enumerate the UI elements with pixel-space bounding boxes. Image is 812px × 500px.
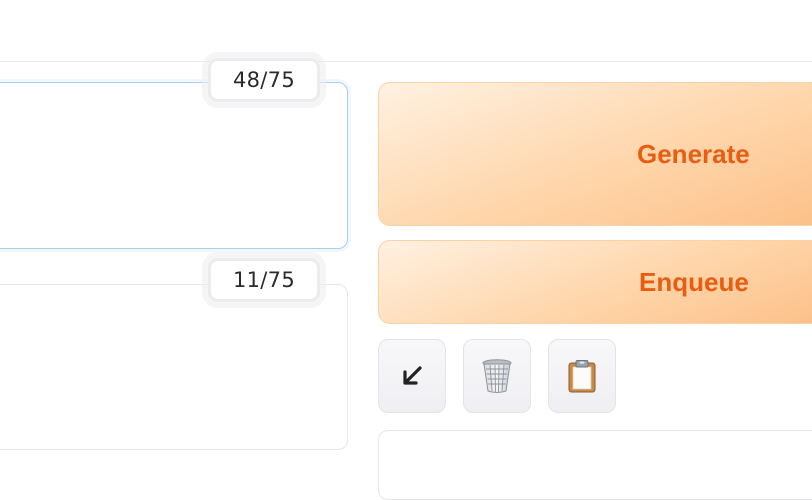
read-generation-parameters-button[interactable]	[378, 339, 446, 413]
trash-bin-icon	[480, 358, 514, 394]
apply-styles-button[interactable]	[548, 339, 616, 413]
enqueue-button[interactable]: Enqueue	[378, 240, 812, 324]
top-divider	[0, 61, 812, 62]
enqueue-button-label: Enqueue	[639, 266, 749, 297]
positive-prompt-textarea[interactable]	[0, 82, 348, 249]
negative-token-counter: 11/75	[208, 258, 320, 302]
arrow-down-left-icon	[399, 363, 425, 389]
clear-prompt-button[interactable]	[463, 339, 531, 413]
positive-token-counter: 48/75	[208, 58, 320, 102]
clipboard-icon	[567, 359, 597, 393]
generate-button-label: Generate	[637, 138, 750, 169]
negative-prompt-textarea[interactable]	[0, 284, 348, 450]
generate-button[interactable]: Generate	[378, 82, 812, 226]
styles-dropdown[interactable]	[378, 430, 812, 500]
